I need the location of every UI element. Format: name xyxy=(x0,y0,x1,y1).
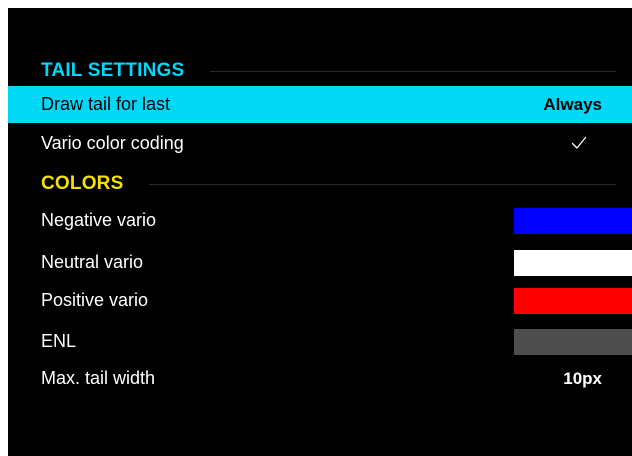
positive-vario-row[interactable]: Positive vario xyxy=(8,282,632,319)
settings-screen: TAIL SETTINGS Draw tail for last Always … xyxy=(8,8,632,456)
max-tail-width-label: Max. tail width xyxy=(41,368,156,388)
vario-color-coding-row[interactable]: Vario color coding xyxy=(8,125,632,162)
draw-tail-label: Draw tail for last xyxy=(41,94,171,114)
max-tail-width-value: 10px xyxy=(563,368,602,388)
colors-title: COLORS xyxy=(41,173,124,194)
enl-label: ENL xyxy=(41,331,77,351)
enl-swatch[interactable] xyxy=(514,329,632,355)
positive-vario-label: Positive vario xyxy=(41,290,149,310)
tail-settings-header: TAIL SETTINGS xyxy=(8,56,632,86)
negative-vario-label: Negative vario xyxy=(41,210,157,230)
colors-header: COLORS xyxy=(8,169,632,199)
neutral-vario-label: Neutral vario xyxy=(41,252,144,272)
enl-row[interactable]: ENL xyxy=(8,323,632,360)
section-divider xyxy=(210,70,616,72)
neutral-vario-swatch[interactable] xyxy=(514,250,632,276)
draw-tail-value: Always xyxy=(543,94,602,114)
negative-vario-row[interactable]: Negative vario xyxy=(8,202,632,239)
section-divider xyxy=(149,183,616,185)
tail-settings-title: TAIL SETTINGS xyxy=(41,60,185,81)
max-tail-width-row[interactable]: Max. tail width 10px xyxy=(8,360,632,397)
positive-vario-swatch[interactable] xyxy=(514,288,632,314)
draw-tail-row[interactable]: Draw tail for last Always xyxy=(8,86,632,123)
vario-color-coding-label: Vario color coding xyxy=(41,133,184,153)
negative-vario-swatch[interactable] xyxy=(514,208,632,234)
neutral-vario-row[interactable]: Neutral vario xyxy=(8,244,632,281)
checkmark-icon[interactable] xyxy=(571,135,587,151)
